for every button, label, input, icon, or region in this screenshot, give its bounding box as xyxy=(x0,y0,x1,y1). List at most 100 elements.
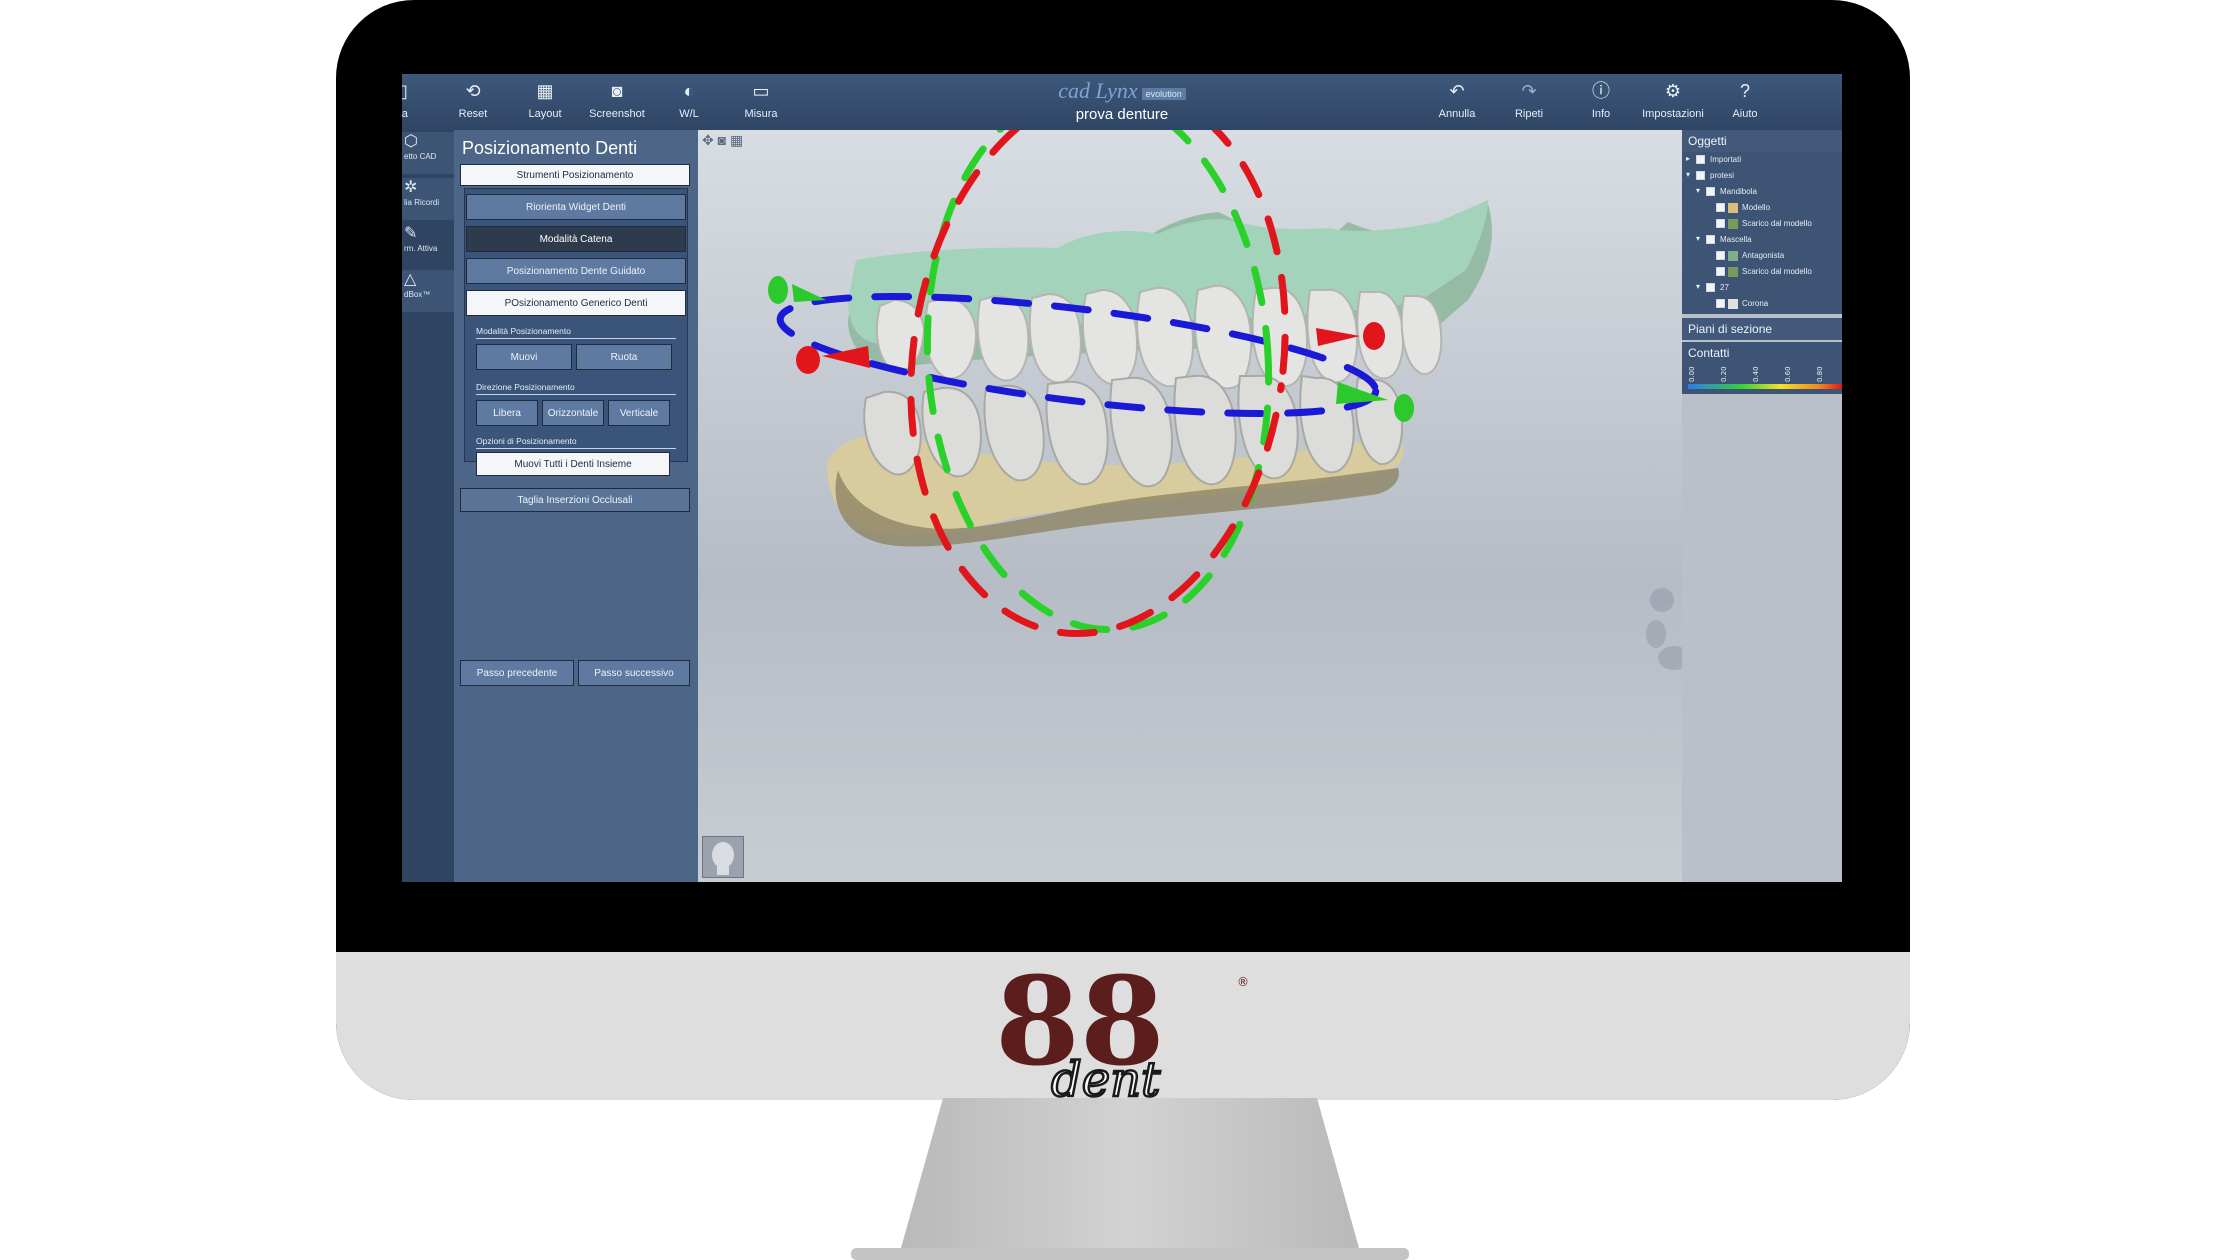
visibility-checkbox[interactable] xyxy=(1706,283,1715,292)
tree-row-mandibola[interactable]: ▾ Mandibola xyxy=(1682,184,1842,200)
panel-title: Posizionamento Denti xyxy=(462,138,638,158)
tree-row-27[interactable]: ▾ 27 xyxy=(1682,280,1842,296)
color-swatch[interactable] xyxy=(1728,299,1738,309)
expand-down-icon[interactable]: ▾ xyxy=(1686,170,1690,179)
logo-word: dent xyxy=(1051,1052,1161,1100)
free-direction-button[interactable]: Libera xyxy=(476,400,538,426)
toolbar-help-button[interactable]: ? Aiuto xyxy=(1714,80,1776,128)
pan-icon[interactable]: ✥ xyxy=(702,132,714,148)
move-all-teeth-button[interactable]: Muovi Tutti i Denti Insieme xyxy=(476,452,670,476)
horizontal-direction-button[interactable]: Orizzontale xyxy=(542,400,604,426)
move-button[interactable]: Muovi xyxy=(476,344,572,370)
strip-item-box[interactable]: △ dBox™ xyxy=(402,270,454,312)
reorient-widget-button[interactable]: Riorienta Widget Denti xyxy=(466,194,686,220)
previous-step-button[interactable]: Passo precedente xyxy=(460,660,574,686)
color-swatch[interactable] xyxy=(1728,267,1738,277)
objects-header: Oggetti xyxy=(1682,130,1842,152)
toolbar-settings-button[interactable]: ⚙ Impostazioni xyxy=(1642,80,1704,128)
toolbar-layout-button[interactable]: ▦ Layout xyxy=(514,80,576,128)
contacts-tick: 0.80 xyxy=(1816,366,1824,382)
color-swatch[interactable] xyxy=(1728,219,1738,229)
rotate-button[interactable]: Ruota xyxy=(576,344,672,370)
objects-tree: ▸ Importati ▾ protesi ▾ Mandibola Modell… xyxy=(1682,152,1842,314)
tree-row-modello[interactable]: Modello xyxy=(1682,200,1842,216)
gear-icon: ⚙ xyxy=(1664,81,1682,101)
visibility-checkbox[interactable] xyxy=(1716,203,1725,212)
contacts-box: Contatti 0.00 0.20 0.40 0.60 0.80 xyxy=(1682,342,1842,394)
guided-positioning-button[interactable]: Posizionamento Dente Guidato xyxy=(466,258,686,284)
cut-occlusal-button[interactable]: Taglia Inserzioni Occlusali xyxy=(460,488,690,512)
vertical-direction-button[interactable]: Verticale xyxy=(608,400,670,426)
section-planes-header[interactable]: Piani di sezione xyxy=(1682,318,1842,340)
visibility-checkbox[interactable] xyxy=(1716,299,1725,308)
visibility-checkbox[interactable] xyxy=(1706,187,1715,196)
tree-row-importati[interactable]: ▸ Importati xyxy=(1682,152,1842,168)
strip-item-active[interactable]: ✎ rm. Attiva xyxy=(402,224,454,266)
tooth-positioning-panel: Posizionamento Denti Strumenti Posiziona… xyxy=(454,130,701,882)
expand-right-icon[interactable]: ▸ xyxy=(1686,154,1690,163)
help-icon: ? xyxy=(1739,81,1750,101)
expand-down-icon[interactable]: ▾ xyxy=(1696,234,1700,243)
visibility-checkbox[interactable] xyxy=(1716,251,1725,260)
options-label: Opzioni di Posizionamento xyxy=(476,436,577,446)
toolbar-wl-button[interactable]: ◐ W/L xyxy=(658,80,720,128)
denture-scene[interactable] xyxy=(698,130,1682,882)
workflow-strip: ⬡ etto CAD ✲ lia Ricordi ✎ rm. Attiva △ … xyxy=(402,130,454,882)
positioning-tools-header[interactable]: Strumenti Posizionamento xyxy=(460,164,690,186)
color-swatch[interactable] xyxy=(1728,203,1738,213)
orientation-head-icon[interactable] xyxy=(702,836,744,878)
cad-icon: ⬡ xyxy=(404,133,418,150)
options-separator xyxy=(476,448,676,449)
toolbar-measure-button[interactable]: ▭ Misura xyxy=(730,80,792,128)
tool-icon: ✎ xyxy=(404,225,418,242)
next-step-button[interactable]: Passo successivo xyxy=(578,660,690,686)
visibility-checkbox[interactable] xyxy=(1716,219,1725,228)
main-toolbar: ▯ ra ⟲ Reset ▦ Layout ◙ Screenshot ◐ W/L… xyxy=(402,74,1842,131)
visibility-checkbox[interactable] xyxy=(1706,235,1715,244)
project-name: prova denture xyxy=(1075,106,1169,123)
contrast-icon: ◐ xyxy=(683,81,695,101)
expand-down-icon[interactable]: ▾ xyxy=(1696,186,1700,195)
undo-icon: ↶ xyxy=(1449,81,1465,101)
viewport-tools[interactable]: ✥ ◙ ▦ xyxy=(702,132,743,149)
contacts-tick: 0.60 xyxy=(1784,366,1792,382)
color-swatch[interactable] xyxy=(1728,251,1738,261)
mode-label: Modalità Posizionamento xyxy=(476,326,571,336)
3d-viewport[interactable]: ✥ ◙ ▦ xyxy=(698,130,1682,882)
tree-row-antagonista[interactable]: Antagonista xyxy=(1682,248,1842,264)
tree-row-protesi[interactable]: ▾ protesi xyxy=(1682,168,1842,184)
redo-icon: ↷ xyxy=(1521,81,1537,101)
tree-row-scarico-2[interactable]: Scarico dal modello xyxy=(1682,264,1842,280)
strip-item-library[interactable]: ✲ lia Ricordi xyxy=(402,178,454,220)
arrow-green-left[interactable] xyxy=(768,276,826,304)
generic-positioning-button[interactable]: POsizionamento Generico Denti xyxy=(466,290,686,316)
visibility-checkbox[interactable] xyxy=(1696,171,1705,180)
chain-mode-button[interactable]: Modalità Catena xyxy=(466,226,686,252)
toolbar-screenshot-button[interactable]: ◙ Screenshot xyxy=(586,80,648,128)
library-icon: ✲ xyxy=(404,179,418,196)
toolbar-open-button[interactable]: ▯ ra xyxy=(402,80,434,128)
camera-small-icon[interactable]: ◙ xyxy=(718,132,726,148)
tree-row-mascella[interactable]: ▾ Mascella xyxy=(1682,232,1842,248)
toolbar-undo-button[interactable]: ↶ Annulla xyxy=(1426,80,1488,128)
layout-icon: ▦ xyxy=(536,81,554,101)
visibility-checkbox[interactable] xyxy=(1716,267,1725,276)
tree-row-corona[interactable]: Corona xyxy=(1682,296,1842,312)
logo-registered-mark: ® xyxy=(1237,975,1249,989)
contacts-tick: 0.20 xyxy=(1720,366,1728,382)
app-title: cad Lynx evolution prova denture xyxy=(962,78,1282,123)
camera-icon: ◙ xyxy=(611,81,623,101)
contacts-tick: 0.00 xyxy=(1688,366,1696,382)
strip-item-cad[interactable]: ⬡ etto CAD xyxy=(402,132,454,174)
tree-row-scarico-1[interactable]: Scarico dal modello xyxy=(1682,216,1842,232)
visibility-checkbox[interactable] xyxy=(1696,155,1705,164)
toolbar-redo-button[interactable]: ↷ Ripeti xyxy=(1498,80,1560,128)
toolbar-reset-button[interactable]: ⟲ Reset xyxy=(442,80,504,128)
toolbar-info-button[interactable]: ⓘ Info xyxy=(1570,80,1632,128)
monitor-stand xyxy=(851,1098,1409,1260)
app-brand: cad Lynx xyxy=(1058,78,1138,103)
expand-down-icon[interactable]: ▾ xyxy=(1696,282,1700,291)
contacts-scale: 0.00 0.20 0.40 0.60 0.80 xyxy=(1688,366,1842,389)
grid-icon[interactable]: ▦ xyxy=(730,132,743,148)
head-silhouette-icon xyxy=(712,842,734,875)
